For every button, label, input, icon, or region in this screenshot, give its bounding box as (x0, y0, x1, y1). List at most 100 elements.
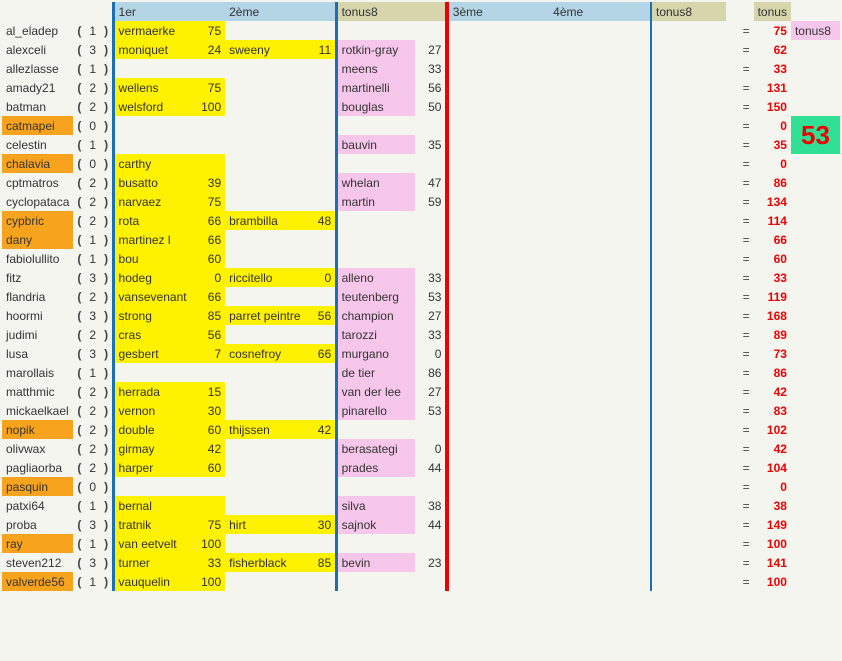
row-total: 0 (754, 477, 791, 496)
player-name: celestin (2, 135, 73, 154)
table-row: ray(1)van eetvelt100=100 (2, 534, 840, 553)
row-total: 42 (754, 382, 791, 401)
row-total: 89 (754, 325, 791, 344)
table-row: olivwax(2)girmay42berasategi0=42 (2, 439, 840, 458)
player-name: mickaelkael (2, 401, 73, 420)
row-total: 86 (754, 173, 791, 192)
row-total: 0 (754, 116, 791, 135)
player-name: al_eladep (2, 21, 73, 40)
player-name: pagliaorba (2, 458, 73, 477)
row-total: 100 (754, 572, 791, 591)
player-name: olivwax (2, 439, 73, 458)
player-name: flandria (2, 287, 73, 306)
player-name: lusa (2, 344, 73, 363)
table-row: hoormi(3)strong85parret peintre56champio… (2, 306, 840, 325)
player-name: fitz (2, 268, 73, 287)
side-label-tonus8: tonus8 (791, 21, 840, 40)
player-name: cptmatros (2, 173, 73, 192)
row-total: 150 (754, 97, 791, 116)
table-row: proba(3)tratnik75hirt30sajnok44=149 (2, 515, 840, 534)
table-row: pasquin(0)=0 (2, 477, 840, 496)
header-2eme: 2ème (225, 2, 305, 21)
header-tonus8-left: tonus8 (338, 2, 416, 21)
player-name: alexceli (2, 40, 73, 59)
table-row: patxi64(1)bernalsilva38=38 (2, 496, 840, 515)
table-row: cptmatros(2)busatto39whelan47=86 (2, 173, 840, 192)
table-row: judimi(2)cras56tarozzi33=89 (2, 325, 840, 344)
row-total: 38 (754, 496, 791, 515)
row-total: 75 (754, 21, 791, 40)
row-total: 102 (754, 420, 791, 439)
player-name: amady21 (2, 78, 73, 97)
table-row: al_eladep(1)vermaerke75=75tonus8 (2, 21, 840, 40)
table-row: batman(2)welsford100bouglas50=150 (2, 97, 840, 116)
player-name: hoormi (2, 306, 73, 325)
player-name: patxi64 (2, 496, 73, 515)
row-total: 62 (754, 40, 791, 59)
table-row: matthmic(2)herrada15van der lee27=42 (2, 382, 840, 401)
row-total: 33 (754, 268, 791, 287)
table-row: lusa(3)gesbert7cosnefroy66murgano0=73 (2, 344, 840, 363)
table-header: 1er 2ème tonus8 3ème 4ème tonus8 tonus (2, 2, 840, 21)
table-row: fabiolullito(1)bou60=60 (2, 249, 840, 268)
header-tonus-total: tonus (754, 2, 791, 21)
table-row: fitz(3)hodeg0riccitello0alleno33=33 (2, 268, 840, 287)
player-name: cypbric (2, 211, 73, 230)
player-name: valverde56 (2, 572, 73, 591)
table-row: mickaelkael(2)vernon30pinarello53=83 (2, 401, 840, 420)
tonus-table: 1er 2ème tonus8 3ème 4ème tonus8 tonus a… (2, 2, 840, 591)
table-row: catmapei(0)=053 (2, 116, 840, 135)
table-row: chalavia(0)carthy=0 (2, 154, 840, 173)
row-total: 141 (754, 553, 791, 572)
table-row: nopik(2)double60thijssen42=102 (2, 420, 840, 439)
row-total: 131 (754, 78, 791, 97)
table-row: cypbric(2)rota66brambilla48=114 (2, 211, 840, 230)
table-row: cyclopataca(2)narvaez75martin59=134 (2, 192, 840, 211)
table-row: dany(1)martinez l66=66 (2, 230, 840, 249)
player-name: catmapei (2, 116, 73, 135)
player-name: cyclopataca (2, 192, 73, 211)
player-name: pasquin (2, 477, 73, 496)
row-total: 66 (754, 230, 791, 249)
row-total: 42 (754, 439, 791, 458)
player-name: proba (2, 515, 73, 534)
table-row: pagliaorba(2)harper60prades44=104 (2, 458, 840, 477)
row-total: 73 (754, 344, 791, 363)
player-name: marollais (2, 363, 73, 382)
row-total: 35 (754, 135, 791, 154)
player-name: chalavia (2, 154, 73, 173)
header-tonus8-right: tonus8 (652, 2, 726, 21)
row-total: 104 (754, 458, 791, 477)
player-name: matthmic (2, 382, 73, 401)
row-total: 86 (754, 363, 791, 382)
player-name: judimi (2, 325, 73, 344)
table-row: marollais(1)de tier86=86 (2, 363, 840, 382)
player-name: ray (2, 534, 73, 553)
table-row: celestin(1)bauvin35=35 (2, 135, 840, 154)
table-row: flandria(2)vansevenant66teutenberg53=119 (2, 287, 840, 306)
row-total: 100 (754, 534, 791, 553)
header-3eme: 3ème (449, 2, 522, 21)
player-name: allezlasse (2, 59, 73, 78)
header-1er: 1er (115, 2, 194, 21)
big-score: 53 (791, 116, 840, 154)
table-row: allezlasse(1)meens33=33 (2, 59, 840, 78)
row-total: 114 (754, 211, 791, 230)
header-4eme: 4ème (549, 2, 622, 21)
player-name: batman (2, 97, 73, 116)
player-name: nopik (2, 420, 73, 439)
row-total: 119 (754, 287, 791, 306)
player-name: steven212 (2, 553, 73, 572)
player-name: fabiolullito (2, 249, 73, 268)
row-total: 60 (754, 249, 791, 268)
row-total: 168 (754, 306, 791, 325)
table-row: amady21(2)wellens75martinelli56=131 (2, 78, 840, 97)
row-total: 134 (754, 192, 791, 211)
table-row: alexceli(3)moniquet24sweeny11rotkin-gray… (2, 40, 840, 59)
row-total: 33 (754, 59, 791, 78)
table-body: al_eladep(1)vermaerke75=75tonus8alexceli… (2, 21, 840, 591)
row-total: 149 (754, 515, 791, 534)
table-row: steven212(3)turner33fisherblack85bevin23… (2, 553, 840, 572)
row-total: 83 (754, 401, 791, 420)
row-total: 0 (754, 154, 791, 173)
